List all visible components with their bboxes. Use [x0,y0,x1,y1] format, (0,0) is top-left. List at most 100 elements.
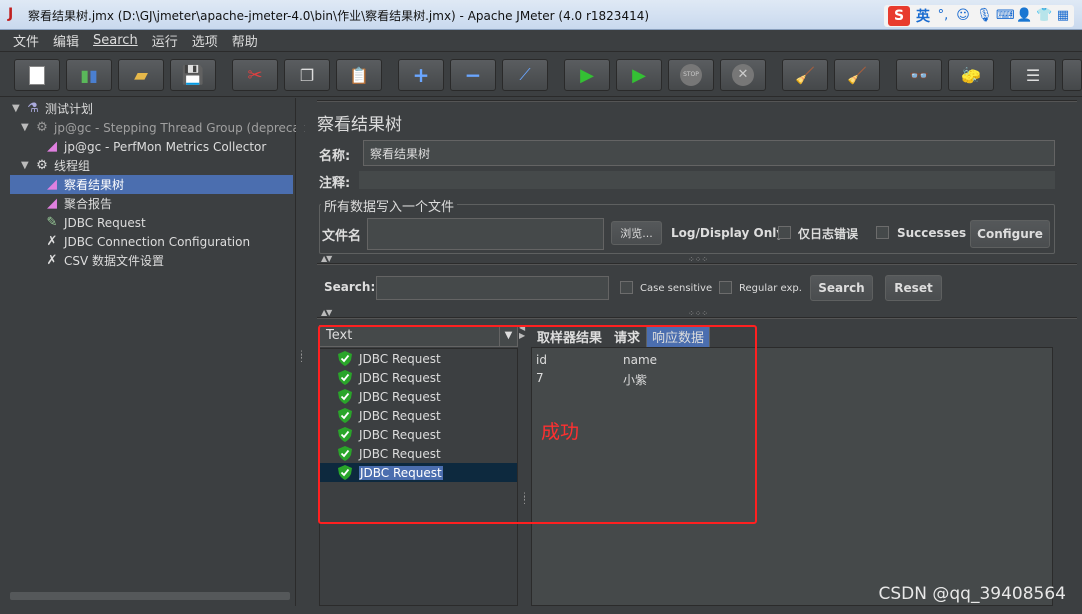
name-label: 名称: [319,149,351,164]
punctuation-icon[interactable]: °, [936,8,950,24]
mic-icon[interactable]: 🎙 [976,8,993,24]
tree-item-label: 测试计划 [45,102,94,116]
open-icon[interactable]: ▰ [118,59,164,91]
tree-item-view-results-tree[interactable]: ◢ 察看结果树 [10,175,293,194]
flask-icon: ⚗ [27,101,39,116]
divider-2 [317,317,1077,319]
main-toolbar: ▮ ▮ ▰ 💾 ✂ ❐ 📋 + − ⟋ ▶ ▶ STOP ✕ 🧹 🧹 👓 🧽 ☰ [0,53,1082,97]
tree-item-label: 聚合报告 [64,197,113,211]
tree-item-thread-group[interactable]: ▼ ⚙ 线程组 [21,156,90,175]
collapse-icon[interactable]: − [450,59,496,91]
menu-file[interactable]: 文件 [6,31,46,50]
tree-item-aggregate-report[interactable]: ◢ 聚合报告 [43,194,112,213]
menu-search[interactable]: Search [86,33,145,48]
filename-input[interactable] [367,218,604,250]
tree-horizontal-scrollbar[interactable] [10,592,290,600]
tree-item-jdbc-connection[interactable]: ✗ JDBC Connection Configuration [43,232,251,251]
new-icon[interactable] [14,59,60,91]
stop-icon[interactable]: STOP [668,59,714,91]
test-plan-tree: ▼ ⚗ 测试计划 ▼ ⚙ jp@gc - Stepping Thread Gro… [0,98,312,606]
gear-icon: ⚙ [36,120,48,135]
user-icon[interactable]: 👤 [1016,8,1032,24]
jmeter-icon: J [8,6,14,22]
clear-all-icon[interactable]: 🧹 [834,59,880,91]
search-icon[interactable]: 👓 [896,59,942,91]
regex-checkbox[interactable] [719,281,732,294]
errors-label: 仅日志错误 [798,227,859,241]
successes-checkbox[interactable] [876,226,889,239]
tree-item-label: jp@gc - Stepping Thread Group (deprecate [54,120,312,135]
collapse-arrows-icon[interactable]: ▲▼ [321,254,332,263]
search-button[interactable]: Search [810,275,873,301]
collapse-arrows-icon[interactable]: ▲▼ [321,308,332,317]
search-label: Search: [324,280,376,294]
help-icon[interactable] [1062,59,1082,91]
save-icon[interactable]: 💾 [170,59,216,91]
pipette-icon: ✎ [46,215,58,230]
function-helper-icon[interactable]: ☰ [1010,59,1056,91]
reset-search-icon[interactable]: 🧽 [948,59,994,91]
search-input[interactable] [376,276,609,300]
menu-help[interactable]: 帮助 [225,31,265,50]
case-sensitive-checkbox[interactable] [620,281,633,294]
main-splitter[interactable]: ⋮ ⋮ [296,98,306,606]
tree-item-jdbc-request[interactable]: ✎ JDBC Request [43,213,146,232]
start-icon[interactable]: ▶ [564,59,610,91]
filename-label: 文件名 [322,229,362,244]
divider-1 [317,263,1077,265]
clear-icon[interactable]: 🧹 [782,59,828,91]
gear-icon: ⚙ [36,158,48,173]
ime-language[interactable]: 英 [916,6,930,26]
successes-label: Successes [897,226,967,240]
expand-icon[interactable]: + [398,59,444,91]
reset-button[interactable]: Reset [885,275,942,301]
shutdown-icon[interactable]: ✕ [720,59,766,91]
menu-bar: 文件 编辑 Search 运行 选项 帮助 [0,30,1082,52]
log-display-only-label: Log/Display Only: [671,226,789,240]
chart-icon: ◢ [47,196,57,211]
chart-icon: ◢ [47,177,57,192]
tree-item-label: jp@gc - PerfMon Metrics Collector [64,139,267,154]
tree-item-test-plan[interactable]: ▼ ⚗ 测试计划 [12,99,93,118]
start-no-pause-icon[interactable]: ▶ [616,59,662,91]
chevron-down-icon[interactable]: ▼ [21,160,33,171]
toggle-icon[interactable]: ⟋ [502,59,548,91]
keyboard-icon[interactable]: ⌨ [996,8,1015,24]
tree-item-perfmon[interactable]: ◢ jp@gc - PerfMon Metrics Collector [43,137,266,156]
configure-button[interactable]: Configure [970,220,1050,248]
wrench-icon: ✗ [46,253,58,268]
browse-button[interactable]: 浏览... [611,221,662,245]
annotation-box [318,325,757,524]
cut-icon[interactable]: ✂ [232,59,278,91]
comment-label: 注释: [319,176,351,191]
chevron-down-icon[interactable]: ▼ [12,103,24,114]
chart-icon: ◢ [47,139,57,154]
ime-toolbar[interactable]: S 英 °, ☺ 🎙 ⌨ 👤 👕 ▦ [884,5,1074,27]
menu-edit[interactable]: 编辑 [46,31,86,50]
grid-icon[interactable]: ▦ [1056,8,1070,24]
comment-field[interactable] [359,171,1055,189]
sogou-logo-icon[interactable]: S [888,6,910,26]
panel-title: 察看结果树 [317,115,402,135]
watermark: CSDN @qq_39408564 [878,584,1066,604]
name-field[interactable]: 察看结果树 [363,140,1055,166]
errors-checkbox[interactable] [778,226,791,239]
tree-item-label: 察看结果树 [64,178,125,192]
tree-item-label: JDBC Connection Configuration [64,234,251,249]
menu-options[interactable]: 选项 [185,31,225,50]
tree-item-csv-config[interactable]: ✗ CSV 数据文件设置 [43,251,164,270]
wrench-icon: ✗ [46,234,58,249]
window-titlebar: J 察看结果树.jmx (D:\GJ\jmeter\apache-jmeter-… [0,0,1082,30]
paste-icon[interactable]: 📋 [336,59,382,91]
templates-icon[interactable]: ▮ ▮ [66,59,112,91]
menu-run[interactable]: 运行 [145,31,185,50]
tree-item-stepping-thread-group[interactable]: ▼ ⚙ jp@gc - Stepping Thread Group (depre… [21,118,312,137]
tree-item-label: CSV 数据文件设置 [64,254,165,268]
regex-label: Regular exp. [739,283,802,294]
tree-item-label: JDBC Request [64,215,146,230]
emoji-icon[interactable]: ☺ [956,8,970,24]
chevron-down-icon[interactable]: ▼ [21,122,33,133]
shirt-icon[interactable]: 👕 [1036,8,1052,24]
tree-item-label: 线程组 [54,159,91,173]
copy-icon[interactable]: ❐ [284,59,330,91]
